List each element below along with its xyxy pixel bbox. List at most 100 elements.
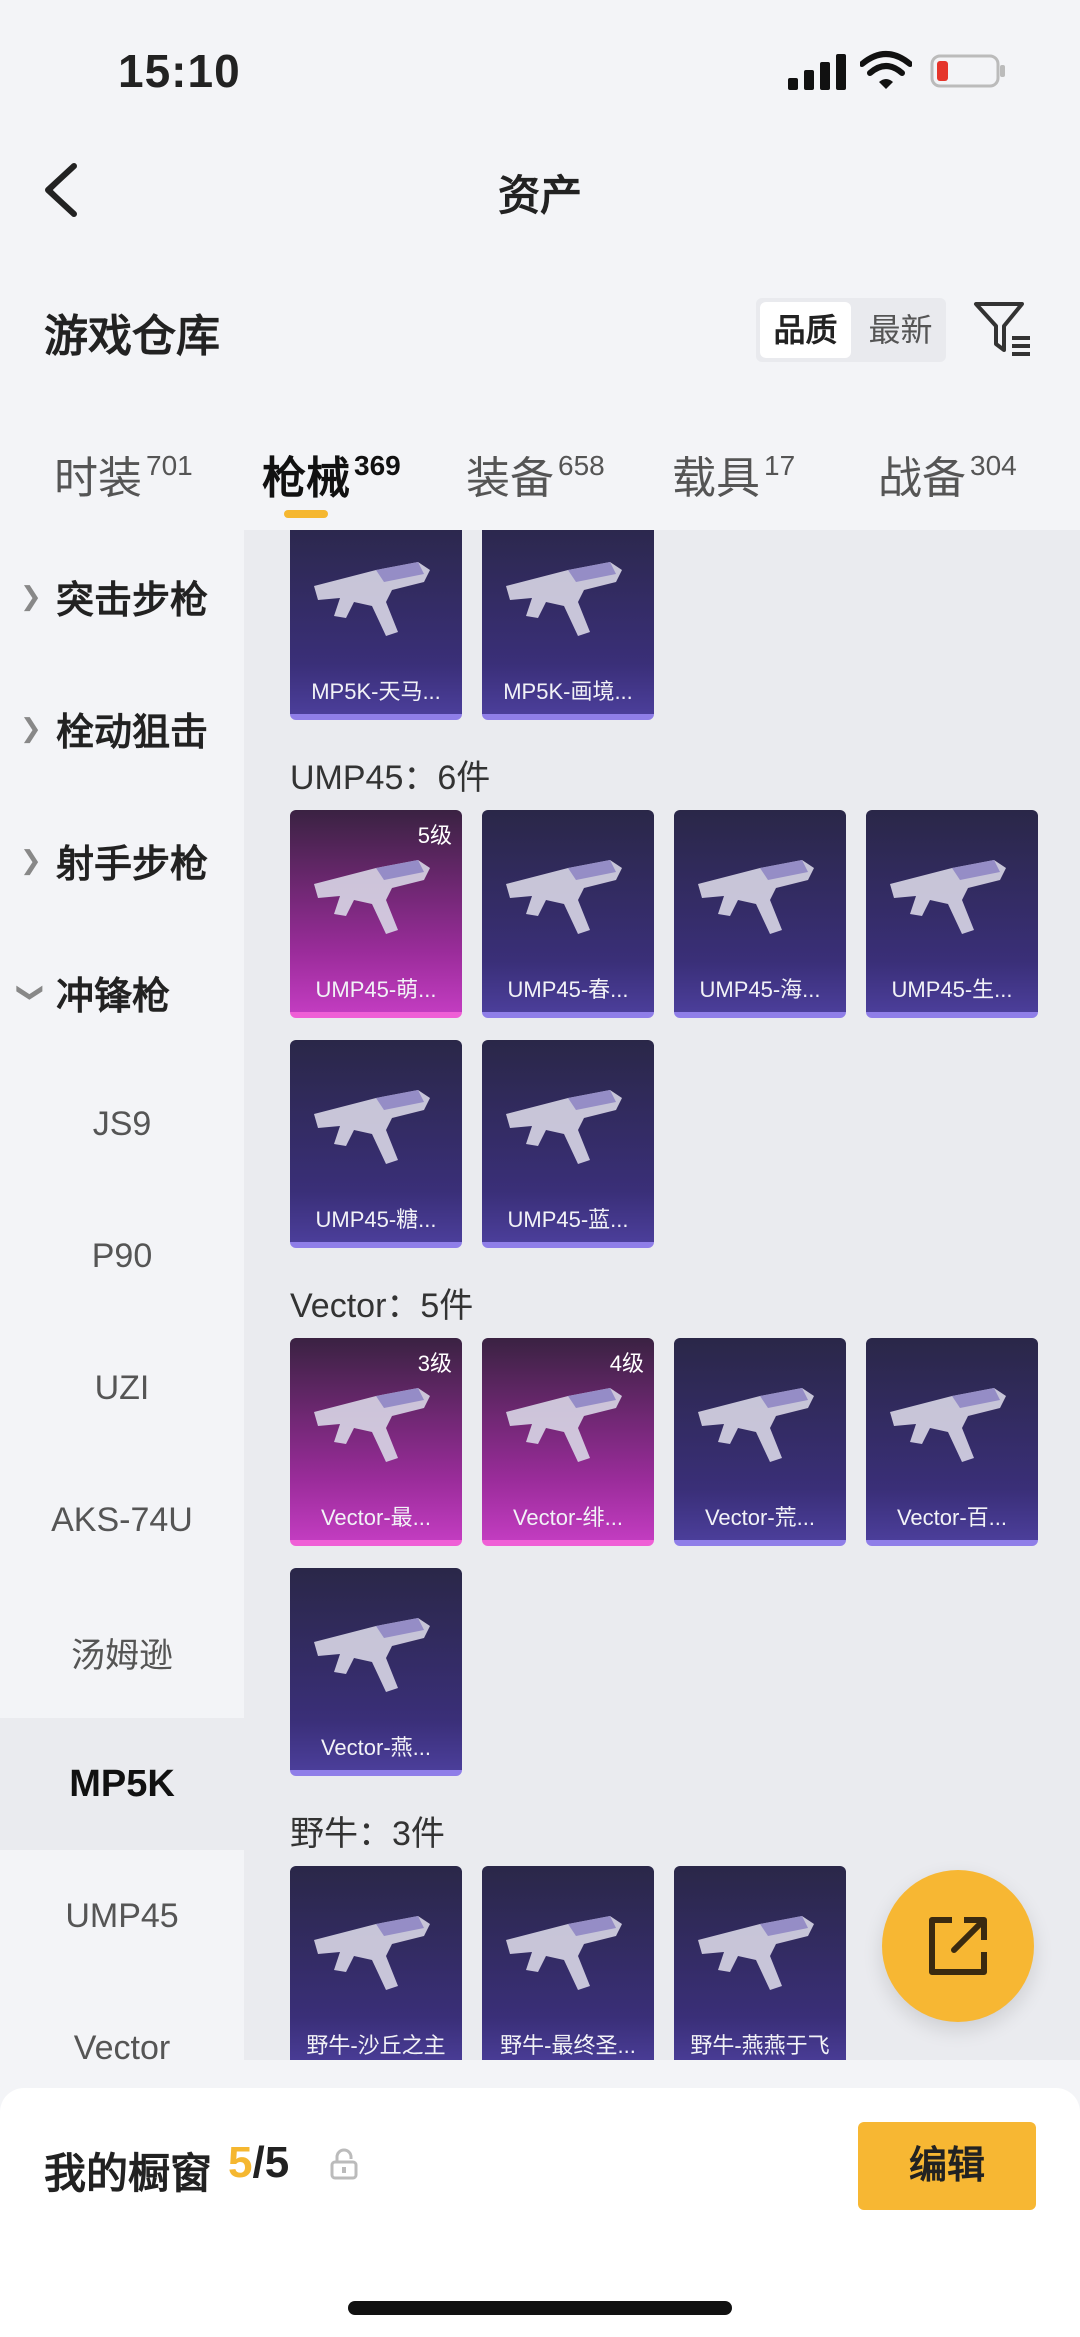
tab-outfits[interactable]: 时装 701 <box>54 442 193 506</box>
sidebar-item-ump45[interactable]: UMP45 <box>0 1850 244 1982</box>
sidebar-label: 突击步枪 <box>56 579 209 622</box>
tab-count: 17 <box>764 450 796 481</box>
home-indicator <box>348 2301 732 2315</box>
sidebar-item-uzi[interactable]: UZI <box>0 1322 244 1454</box>
section-title: 游戏仓库 <box>44 312 220 361</box>
gun-icon <box>314 1618 430 1692</box>
sidebar-cat-dmr[interactable]: ❯ 射手步枪 <box>0 794 244 926</box>
weapon-card[interactable]: 5级 UMP45-萌... <box>290 810 462 1018</box>
weapon-name: 野牛-沙丘之主 <box>306 2033 446 2058</box>
lock-icon <box>330 2148 358 2180</box>
gun-icon <box>698 860 814 934</box>
weapon-name: UMP45-萌... <box>315 977 437 1002</box>
weapon-card[interactable]: MP5K-画境... <box>482 530 654 720</box>
weapon-name: UMP45-糖... <box>315 1207 437 1232</box>
sidebar-item-js9[interactable]: JS9 <box>0 1058 244 1190</box>
weapon-name: Vector-百... <box>896 1505 1008 1530</box>
weapon-name: Vector-绯... <box>512 1505 624 1530</box>
gun-icon <box>314 860 430 934</box>
active-tab-indicator <box>284 510 328 518</box>
weapon-name: 野牛-最终圣... <box>500 2033 636 2058</box>
weapon-name: MP5K-天马... <box>311 679 441 704</box>
page-title: 资产 <box>497 172 582 219</box>
share-icon <box>929 1917 987 1975</box>
sidebar-cat-bolt-sniper[interactable]: ❯ 栓动狙击 <box>0 662 244 794</box>
sort-option-latest[interactable]: 最新 <box>855 298 946 362</box>
section-header: 游戏仓库 品质 最新 <box>0 280 1080 380</box>
sort-option-quality[interactable]: 品质 <box>760 302 851 358</box>
gun-icon <box>314 1916 430 1990</box>
tab-count: 369 <box>354 450 401 481</box>
share-button[interactable] <box>882 1870 1034 2022</box>
gun-icon <box>314 1090 430 1164</box>
showcase-total: /5 <box>252 2138 290 2187</box>
gun-icon <box>890 860 1006 934</box>
weapon-card[interactable]: Vector-燕... <box>290 1568 462 1776</box>
gun-icon <box>506 1916 622 1990</box>
weapon-card[interactable]: Vector-百... <box>866 1338 1038 1546</box>
weapon-grid: MP5K-天马... MP5K-画境... UMP45：6件 5级 UMP45-萌...… <box>244 530 1080 2060</box>
chevron-right-icon: ❯ <box>20 712 42 743</box>
sidebar-item-thompson[interactable]: 汤姆逊 <box>0 1586 244 1718</box>
weapon-card[interactable]: 4级 Vector-绯... <box>482 1338 654 1546</box>
weapon-type-sidebar: ❯ 突击步枪 ❯ 栓动狙击 ❯ 射手步枪 ❯ 冲锋枪 JS9 P90 UZI AKS-7… <box>0 530 244 2060</box>
weapon-card[interactable]: 3级 Vector-最... <box>290 1338 462 1546</box>
signal-icon <box>788 54 846 90</box>
filter-icon[interactable] <box>972 298 1034 360</box>
sidebar-item-p90[interactable]: P90 <box>0 1190 244 1322</box>
sidebar-item-aks74u[interactable]: AKS-74U <box>0 1454 244 1586</box>
sidebar-cat-assault-rifle[interactable]: ❯ 突击步枪 <box>0 530 244 662</box>
weapon-card[interactable]: Vector-荒... <box>674 1338 846 1546</box>
tab-label: 战备 <box>878 454 966 503</box>
tab-count: 304 <box>970 450 1017 481</box>
battery-icon <box>930 54 1005 88</box>
sidebar-item-mp5k[interactable]: MP5K <box>0 1718 244 1850</box>
tab-gear[interactable]: 战备 304 <box>878 442 1017 506</box>
tab-count: 658 <box>558 450 605 481</box>
weapon-name: Vector-燕... <box>320 1735 432 1760</box>
tab-label: 时装 <box>54 454 142 503</box>
weapon-name: UMP45-蓝... <box>507 1207 629 1232</box>
tab-label: 枪械 <box>262 454 350 503</box>
sort-toggle[interactable]: 品质 最新 <box>756 298 946 362</box>
weapon-card[interactable]: UMP45-海... <box>674 810 846 1018</box>
weapon-card[interactable]: 野牛-沙丘之主 <box>290 1866 462 2060</box>
nav-bar: 资产 <box>0 140 1080 240</box>
gun-icon <box>698 1916 814 1990</box>
group-title: Vector：5件 <box>290 1287 474 1325</box>
weapon-card[interactable]: 野牛-燕燕于飞 <box>674 1866 846 2060</box>
wifi-icon <box>860 51 912 89</box>
weapon-card[interactable]: UMP45-糖... <box>290 1040 462 1248</box>
weapon-name: Vector-荒... <box>704 1505 816 1530</box>
weapon-name: MP5K-画境... <box>503 679 633 704</box>
gun-icon <box>698 1388 814 1462</box>
edit-button[interactable]: 编辑 <box>858 2122 1036 2210</box>
weapon-card[interactable]: 野牛-最终圣... <box>482 1866 654 2060</box>
showcase-count: 5/5 <box>228 2138 289 2188</box>
weapon-name: UMP45-海... <box>699 977 821 1002</box>
sidebar-cat-smg[interactable]: ❯ 冲锋枪 <box>0 926 244 1058</box>
level-badge: 4级 <box>609 1351 644 1376</box>
showcase-label: 我的橱窗 <box>44 2150 213 2197</box>
tab-equipment[interactable]: 装备 658 <box>466 442 605 506</box>
gun-icon <box>314 562 430 636</box>
sidebar-item-vector[interactable]: Vector <box>0 1982 244 2061</box>
gun-icon <box>506 1388 622 1462</box>
tab-guns[interactable]: 枪械 369 <box>262 442 401 506</box>
weapon-card[interactable]: UMP45-蓝... <box>482 1040 654 1248</box>
weapon-card[interactable]: UMP45-春... <box>482 810 654 1018</box>
sidebar-label: 冲锋枪 <box>56 975 171 1018</box>
weapon-name: 野牛-燕燕于飞 <box>690 2033 830 2058</box>
sidebar-label: 栓动狙击 <box>56 711 209 754</box>
status-bar: 15:10 <box>0 0 1080 140</box>
weapon-card[interactable]: MP5K-天马... <box>290 530 462 720</box>
chevron-right-icon: ❯ <box>20 844 42 875</box>
tab-vehicles[interactable]: 载具 17 <box>672 442 795 506</box>
weapon-card[interactable]: UMP45-生... <box>866 810 1038 1018</box>
gun-icon <box>890 1388 1006 1462</box>
chevron-down-icon: ❯ <box>16 981 47 1003</box>
showcase-bar: 我的橱窗 5/5 编辑 <box>0 2088 1080 2337</box>
tab-label: 载具 <box>672 454 760 503</box>
tab-count: 701 <box>146 450 193 481</box>
gun-icon <box>506 1090 622 1164</box>
